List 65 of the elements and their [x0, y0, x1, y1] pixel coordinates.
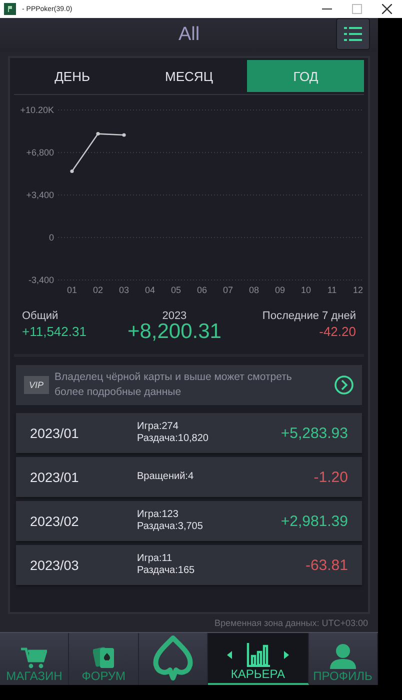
x-tick-label: 01 — [67, 285, 77, 295]
detail-text: Вращений:4 — [137, 471, 195, 483]
x-tick-label: 09 — [275, 285, 285, 295]
result-row[interactable]: 2023/02 Игра:123 Раздача:3,705 +2,981.39 — [16, 501, 362, 541]
period-tab[interactable]: ДЕНЬ — [14, 60, 131, 92]
y-tick-label: -3,400 — [28, 275, 54, 285]
x-tick-label: 11 — [327, 285, 337, 295]
summary-value: +8,200.31 — [127, 320, 222, 344]
detail-text: Раздача:3,705 — [137, 521, 204, 533]
x-tick-label: 12 — [353, 285, 363, 295]
menu-icon — [344, 27, 362, 41]
app-icon — [4, 3, 16, 15]
detail-text: Игра:11 — [137, 553, 174, 565]
result-row[interactable]: 2023/01 Игра:274 Раздача:10,820 +5,283.93 — [16, 413, 362, 453]
summary-label: Общий — [22, 310, 60, 322]
close-icon[interactable] — [382, 4, 392, 14]
cards-icon — [92, 645, 115, 669]
detail-text: Раздача:10,820 — [137, 433, 210, 445]
menu-button[interactable] — [336, 18, 370, 50]
data-point — [70, 169, 74, 174]
y-tick-label: 0 — [48, 232, 54, 242]
x-tick-label: 10 — [301, 285, 311, 295]
timezone-note: Временная зона данных: UTC+03:00 — [214, 617, 369, 630]
period-tab[interactable]: МЕСЯЦ — [130, 60, 248, 92]
x-tick-label: 03 — [119, 285, 129, 295]
amount-text: -63.81 — [305, 556, 348, 574]
page-title: All — [178, 24, 200, 46]
detail-text: Игра:123 — [137, 509, 180, 521]
data-point — [122, 133, 126, 137]
bar-chart-icon — [246, 643, 270, 667]
caret-left-icon — [226, 651, 232, 659]
nav-tab[interactable]: КАРЬЕРА — [208, 633, 309, 685]
summary-label: 2023 — [162, 310, 187, 322]
y-tick-label: +6,800 — [26, 148, 54, 158]
y-tick-label: +3,400 — [26, 190, 54, 200]
vip-badge: VIP — [24, 376, 49, 394]
x-tick-label: 04 — [145, 285, 155, 295]
caret-right-icon — [284, 651, 289, 659]
amount-text: -1.20 — [314, 468, 348, 486]
summary-value: -42.20 — [319, 324, 356, 339]
vip-banner[interactable]: VIP Владелец чёрной карты и выше может смотреть более подробные данные — [16, 365, 362, 405]
x-tick-label: 08 — [249, 285, 259, 295]
arrow-right-icon[interactable] — [334, 375, 354, 395]
amount-text: +2,981.39 — [280, 512, 348, 530]
detail-text: Игра:274 — [137, 421, 180, 433]
data-point — [96, 132, 100, 136]
period-text: 2023/01 — [30, 426, 80, 440]
x-tick-label: 06 — [197, 285, 207, 295]
result-row[interactable]: 2023/03 Игра:11 Раздача:165 -63.81 — [16, 545, 362, 585]
x-tick-label: 02 — [93, 285, 103, 295]
period-text: 2023/02 — [30, 514, 80, 528]
detail-text: Раздача:165 — [137, 565, 196, 577]
profit-line — [71, 133, 124, 172]
y-tick-label: +10.20K — [20, 105, 54, 115]
amount-text: +5,283.93 — [280, 424, 348, 442]
summary-value: +11,542.31 — [22, 324, 86, 339]
vip-message: Владелец чёрной карты и выше может смотреть более подробные данные — [54, 370, 293, 400]
x-tick-label: 05 — [171, 285, 181, 295]
x-tick-label: 07 — [223, 285, 233, 295]
person-icon — [330, 643, 356, 669]
summary-label: Последние 7 дней — [262, 310, 356, 322]
period-text: 2023/03 — [30, 558, 80, 572]
period-text: 2023/01 — [30, 470, 80, 484]
result-row[interactable]: 2023/01 Вращений:4 -1.20 — [16, 457, 362, 497]
cart-icon — [21, 647, 48, 669]
